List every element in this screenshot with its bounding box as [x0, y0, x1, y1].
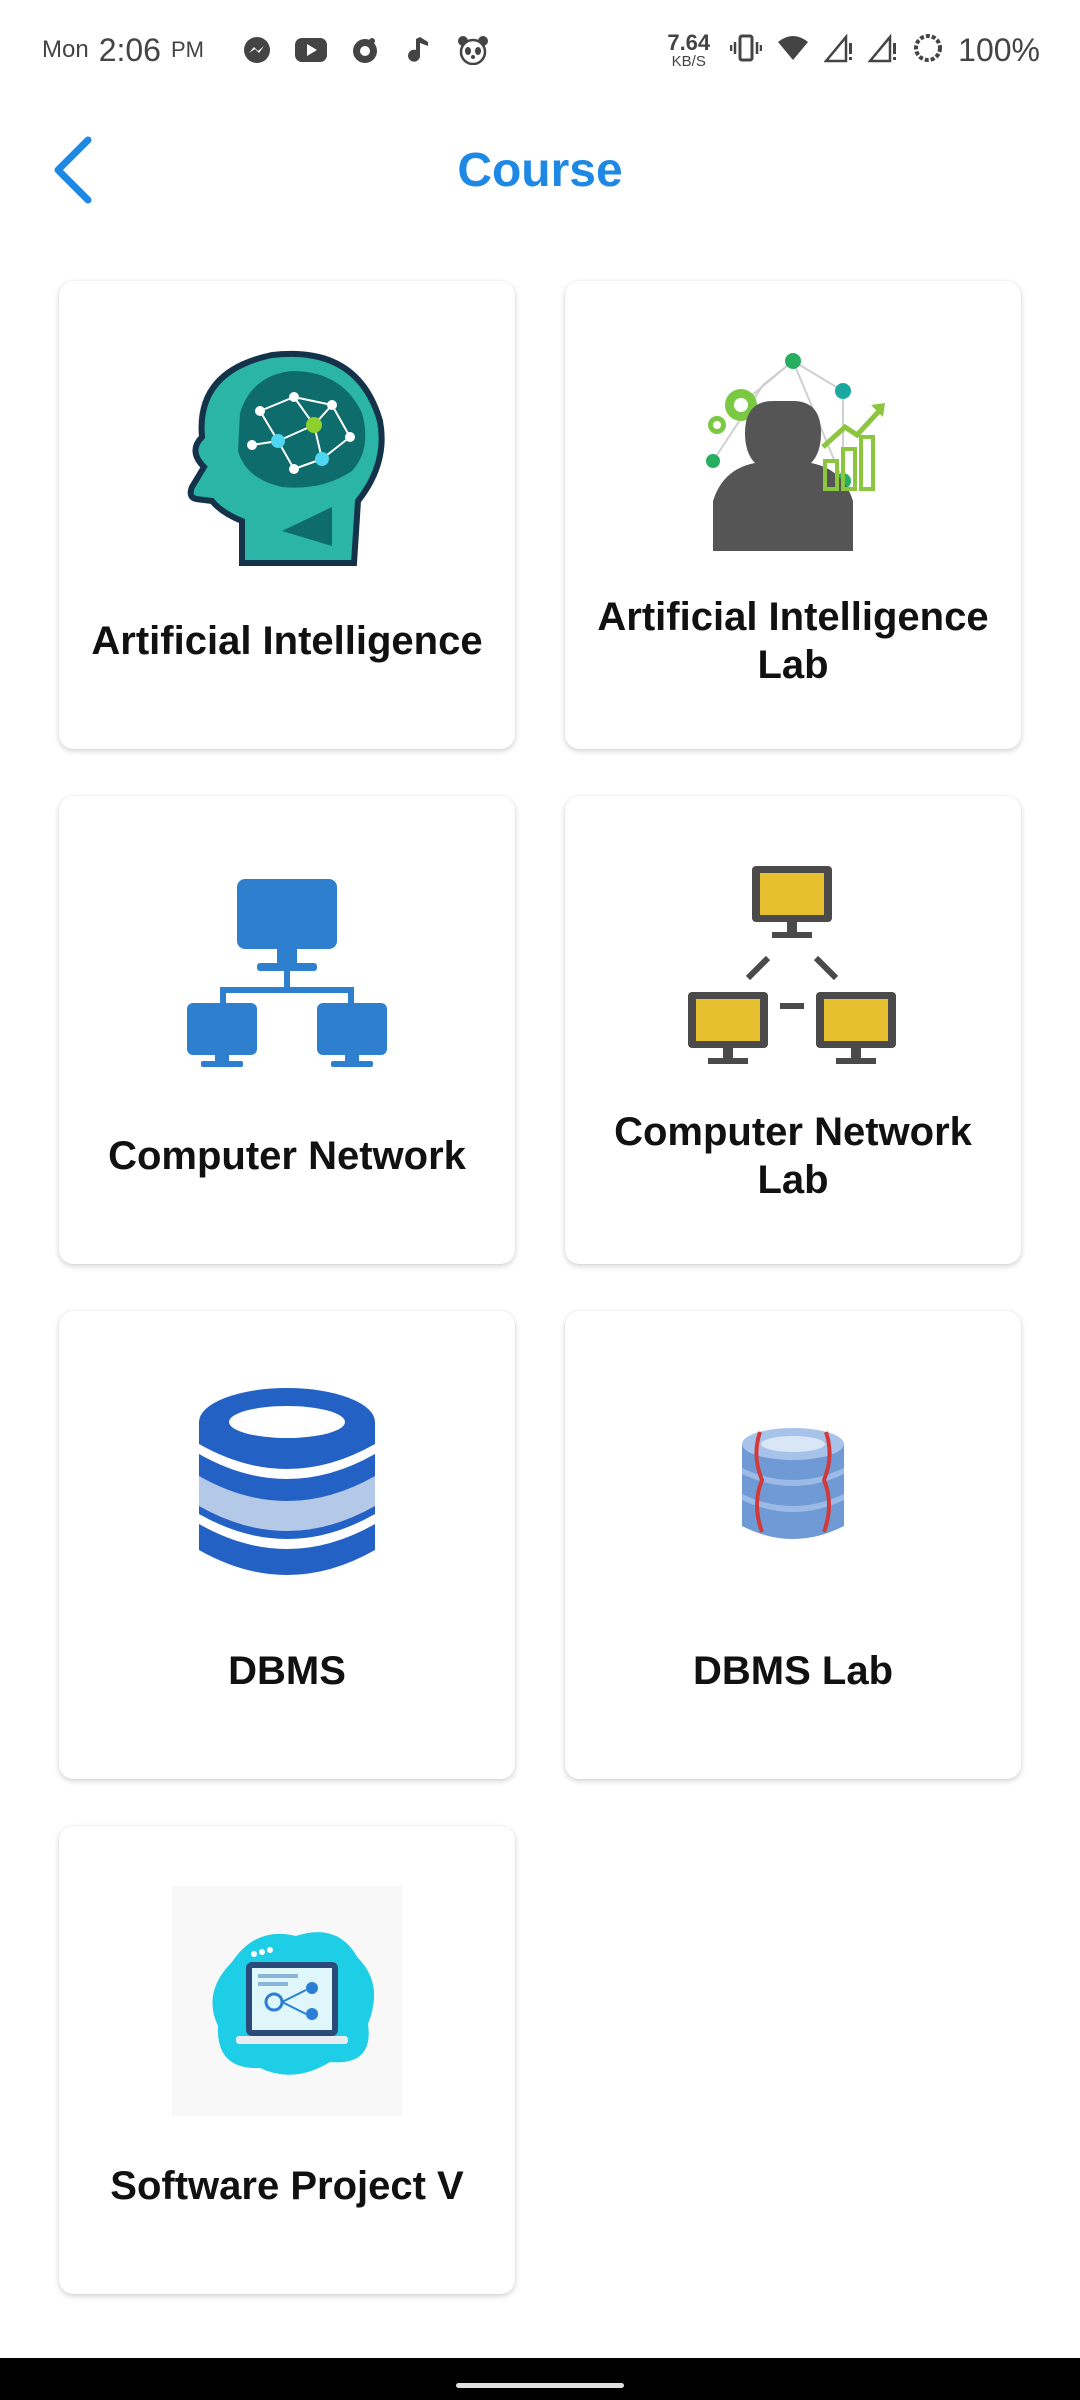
status-bar: Mon 2:06 PM 7.64 KB/S 100% [0, 0, 1080, 100]
youtube-icon [294, 33, 328, 67]
course-art [59, 1371, 515, 1601]
software-project-laptop-icon [172, 1886, 402, 2116]
course-art [565, 341, 1021, 571]
course-label: Computer Network Lab [614, 1110, 972, 1202]
page-title: Course [457, 143, 623, 197]
course-card-dbms[interactable]: DBMS [59, 1311, 515, 1779]
panda-icon [456, 33, 490, 67]
course-card-software-project-v[interactable]: Software Project V [59, 1826, 515, 2294]
battery-saver-icon [912, 32, 944, 69]
signal-icon-2 [867, 33, 898, 68]
signal-icon [823, 33, 854, 68]
course-card-computer-network[interactable]: Computer Network [59, 796, 515, 1264]
network-diagram-icon [187, 879, 387, 1067]
app-icon [348, 33, 382, 67]
course-card-dbms-lab[interactable]: DBMS Lab [565, 1311, 1021, 1779]
status-ampm: PM [170, 37, 204, 62]
back-button[interactable] [40, 136, 104, 204]
home-gesture-handle[interactable] [456, 2383, 624, 2388]
app-header: Course [0, 118, 1080, 222]
status-bar-left: Mon 2:06 PM [42, 32, 490, 69]
course-art [59, 856, 515, 1086]
messenger-icon [240, 33, 274, 67]
course-card-artificial-intelligence[interactable]: Artificial Intelligence [59, 281, 515, 749]
ai-brain-icon [187, 350, 385, 566]
course-label: Artificial Intelligence [91, 619, 483, 663]
network-lab-icon [688, 866, 896, 1064]
course-label: Software Project V [110, 2164, 464, 2208]
status-bar-right: 7.64 KB/S 100% [667, 29, 1040, 70]
course-art [59, 341, 515, 571]
network-speed: 7.64 KB/S [667, 29, 711, 70]
course-label: DBMS [228, 1649, 346, 1693]
music-icon [402, 33, 436, 67]
status-time: 2:06 [98, 31, 161, 68]
wifi-icon [776, 33, 810, 68]
course-label: Computer Network [108, 1134, 466, 1178]
course-label: DBMS Lab [693, 1649, 893, 1693]
course-art [565, 1371, 1021, 1601]
chevron-left-icon [54, 136, 92, 204]
system-nav-bar [0, 2358, 1080, 2400]
network-speed-unit: KB/S [671, 52, 706, 70]
ai-lab-person-icon [706, 353, 885, 551]
course-card-computer-network-lab[interactable]: Computer Network Lab [565, 796, 1021, 1264]
vibrate-icon [729, 33, 763, 68]
battery-percent: 100% [958, 31, 1040, 68]
course-label: Artificial Intelligence Lab [597, 595, 989, 687]
course-art [59, 1886, 515, 2116]
course-art [565, 856, 1021, 1086]
network-speed-value: 7.64 [667, 29, 711, 55]
course-card-artificial-intelligence-lab[interactable]: Artificial Intelligence Lab [565, 281, 1021, 749]
database-icon [199, 1388, 375, 1575]
database-lab-icon [742, 1428, 844, 1539]
status-day: Mon [42, 36, 89, 63]
